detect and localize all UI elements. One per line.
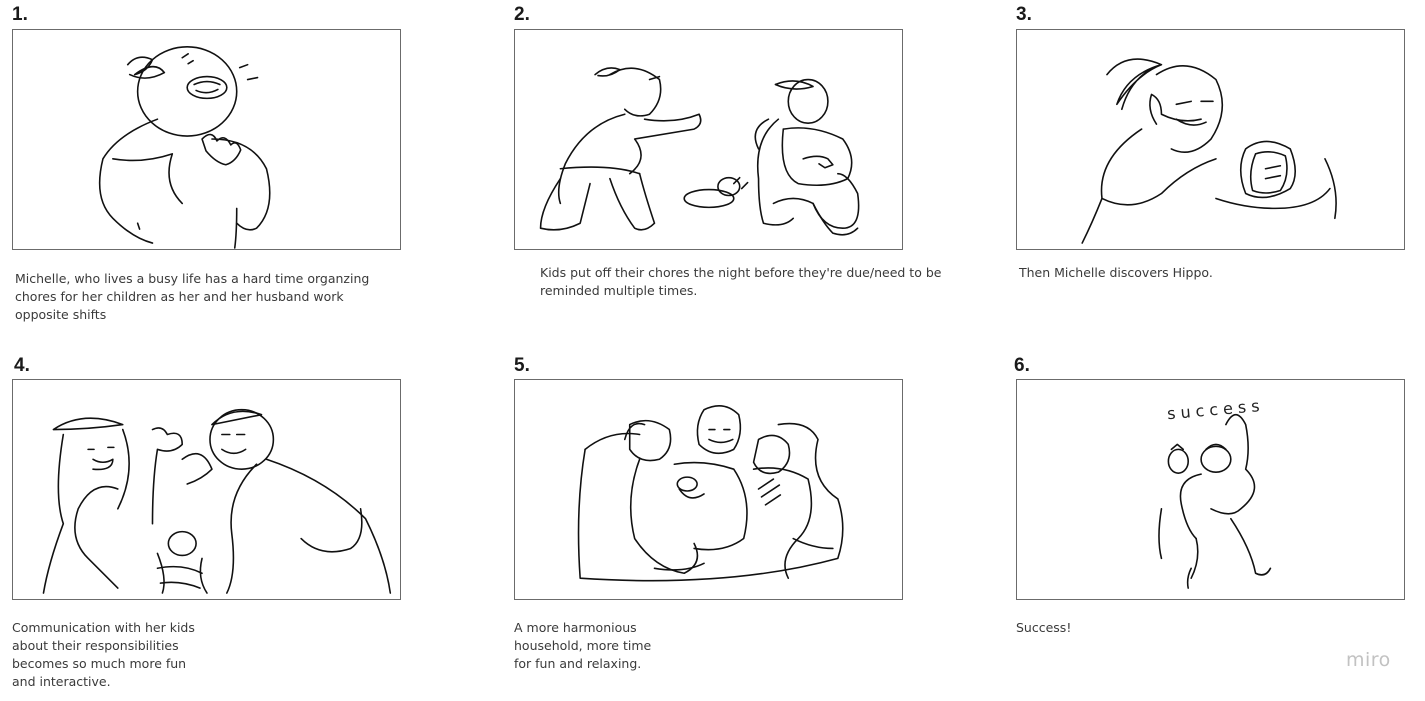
panel-3-number: 3.: [1016, 4, 1032, 25]
panel-5-sketch[interactable]: [514, 379, 903, 600]
panel-3-drawing: [1081, 58, 1337, 244]
panel-3-sketch[interactable]: [1016, 29, 1405, 250]
panel-5-caption: A more harmonious household, more time f…: [514, 620, 652, 671]
panel-1-drawing: [98, 46, 271, 249]
panel-6-caption: Success!: [1016, 620, 1072, 635]
panel-1-sketch[interactable]: [12, 29, 401, 250]
panel-2-caption: Kids put off their chores the night befo…: [540, 265, 942, 298]
panel-4-drawing: [42, 408, 392, 594]
panel-3-caption: Then Michelle discovers Hippo.: [1019, 265, 1213, 280]
panel-2-number: 2.: [514, 4, 530, 25]
panel-2-drawing: [539, 67, 860, 236]
panel-1-number: 1.: [12, 4, 28, 25]
panel-5-number: 5.: [514, 355, 530, 376]
panel-6-sketch[interactable]: success: [1016, 379, 1405, 600]
miro-watermark-logo: miro: [1346, 649, 1391, 671]
panel-4-number: 4.: [14, 355, 30, 376]
panel-4-caption: Communication with her kids about their …: [12, 620, 195, 689]
panel-5-drawing: [577, 404, 844, 582]
panel-6-number: 6.: [1014, 355, 1030, 376]
panel-4-sketch[interactable]: [12, 379, 401, 600]
panel-1-caption: Michelle, who lives a busy life has a ha…: [15, 271, 370, 322]
panel-2-sketch[interactable]: [514, 29, 903, 250]
